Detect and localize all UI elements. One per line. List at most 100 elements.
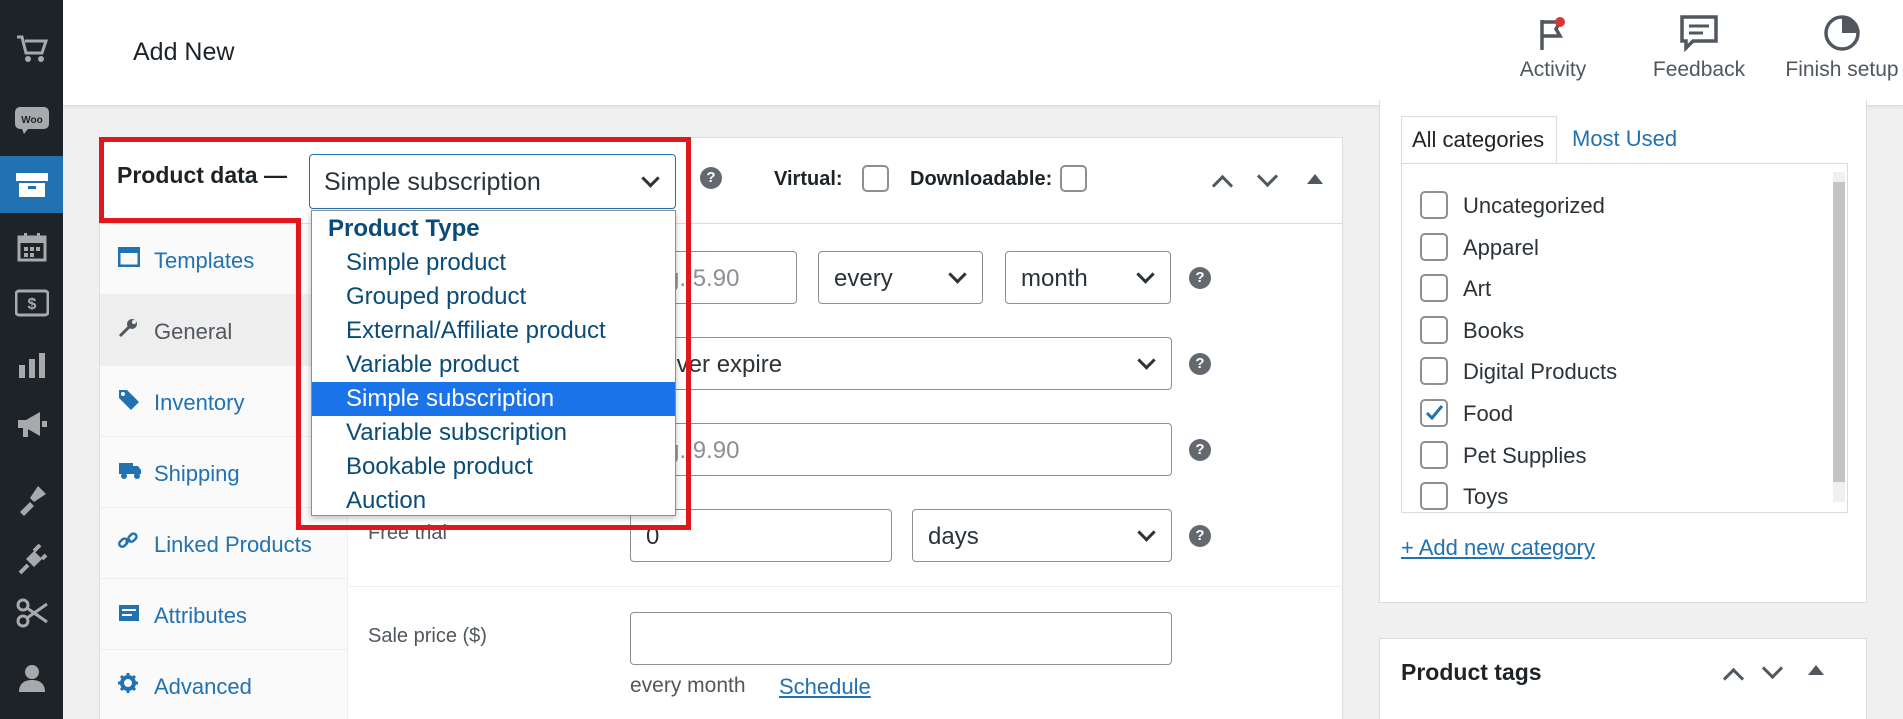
analytics-icon[interactable]	[0, 336, 63, 393]
finish-setup-label: Finish setup	[1785, 58, 1899, 81]
move-up-icon[interactable]	[1722, 667, 1745, 690]
highlight-box-ledge	[99, 218, 301, 223]
tab-templates-label: Templates	[154, 248, 255, 273]
virtual-checkbox[interactable]	[862, 165, 889, 192]
highlight-box-bottom	[296, 218, 691, 530]
sale-price-label: Sale price ($)	[368, 625, 487, 647]
tab-general-label: General	[154, 319, 233, 344]
finish-setup-button[interactable]: Finish setup	[1757, 14, 1903, 82]
category-checkbox[interactable]	[1420, 441, 1448, 469]
virtual-label: Virtual:	[774, 168, 843, 190]
free-trial-unit-value: days	[928, 523, 979, 550]
collapse-toggle-icon[interactable]	[1307, 174, 1323, 184]
feedback-icon	[1680, 15, 1718, 52]
tab-advanced-label: Advanced	[154, 674, 252, 699]
category-label: Pet Supplies	[1463, 443, 1587, 468]
category-scrollbar[interactable]	[1833, 172, 1845, 502]
category-checkbox[interactable]	[1420, 357, 1448, 385]
schedule-link[interactable]: Schedule	[779, 674, 871, 700]
move-up-icon[interactable]	[1211, 174, 1234, 197]
category-checkbox[interactable]	[1420, 233, 1448, 261]
billing-interval-value: every	[834, 265, 893, 292]
move-down-icon[interactable]	[1761, 657, 1784, 680]
help-icon[interactable]: ?	[1189, 353, 1211, 375]
billing-period-value: month	[1021, 265, 1088, 292]
page-header: Add New Activity Feedback Finish setup	[63, 0, 1903, 106]
attributes-icon	[118, 602, 142, 626]
downloadable-checkbox[interactable]	[1060, 165, 1087, 192]
product-tags-panel: Product tags	[1379, 638, 1867, 719]
category-checkbox[interactable]	[1420, 482, 1448, 510]
category-label: Food	[1463, 401, 1514, 426]
tab-all-categories[interactable]: All categories	[1401, 116, 1557, 164]
category-label: Books	[1463, 318, 1525, 343]
woo-icon[interactable]: Woo	[0, 91, 63, 148]
help-icon[interactable]: ?	[1189, 267, 1211, 289]
chevron-down-icon	[1136, 265, 1155, 284]
chevron-down-icon	[1137, 523, 1156, 542]
feedback-label: Feedback	[1652, 58, 1746, 81]
product-categories-panel: All categories Most Used Uncategorized A…	[1379, 100, 1867, 603]
scrollbar-thumb[interactable]	[1833, 182, 1845, 482]
templates-icon	[117, 246, 142, 271]
page-title: Add New	[133, 38, 235, 66]
plugins-icon[interactable]	[0, 530, 63, 587]
product-data-panel: Product data — Simple subscription ? Vir…	[99, 137, 1343, 719]
inventory-tag-icon	[118, 389, 142, 413]
category-label: Digital Products	[1463, 359, 1618, 384]
tab-inventory-label: Inventory	[154, 390, 245, 415]
add-new-category-link[interactable]: + Add new category	[1401, 535, 1595, 561]
feedback-button[interactable]: Feedback	[1624, 14, 1774, 82]
signup-fee-input[interactable]: e.g. 9.90	[630, 423, 1172, 476]
sale-price-description: every month	[630, 674, 746, 697]
payments-icon[interactable]: $	[0, 274, 63, 331]
free-trial-unit-select[interactable]: days	[912, 509, 1172, 562]
help-icon[interactable]: ?	[1189, 525, 1211, 547]
tab-shipping-label: Shipping	[154, 461, 240, 486]
products-icon[interactable]	[0, 156, 63, 213]
bookings-icon[interactable]	[0, 218, 63, 275]
category-checkbox[interactable]	[1420, 191, 1448, 219]
cart-icon[interactable]	[0, 20, 63, 77]
tools-icon[interactable]	[0, 584, 63, 641]
finish-setup-icon	[1824, 15, 1860, 51]
category-label: Art	[1463, 276, 1492, 301]
wrench-icon	[118, 318, 142, 342]
tab-linked-products-label: Linked Products	[154, 532, 312, 557]
move-down-icon[interactable]	[1256, 165, 1279, 188]
chevron-down-icon	[948, 265, 967, 284]
collapse-toggle-icon[interactable]	[1808, 665, 1824, 675]
chevron-down-icon	[1137, 351, 1156, 370]
product-tags-title: Product tags	[1401, 659, 1542, 685]
tab-attributes-label: Attributes	[154, 603, 247, 628]
tab-advanced[interactable]: Advanced	[100, 650, 348, 719]
category-label: Toys	[1463, 484, 1509, 509]
category-label: Uncategorized	[1463, 193, 1605, 218]
truck-icon	[118, 460, 142, 484]
sale-price-input[interactable]	[630, 612, 1172, 665]
svg-text:$: $	[27, 296, 36, 313]
activity-button[interactable]: Activity	[1493, 14, 1613, 82]
activity-label: Activity	[1519, 58, 1587, 81]
tab-attributes[interactable]: Attributes	[100, 579, 348, 650]
tab-most-used[interactable]: Most Used	[1562, 116, 1692, 164]
svg-text:Woo: Woo	[21, 115, 42, 126]
appearance-icon[interactable]	[0, 471, 63, 528]
category-checkbox-checked[interactable]	[1420, 399, 1448, 427]
downloadable-label: Downloadable:	[910, 168, 1053, 190]
users-icon[interactable]	[0, 649, 63, 706]
highlight-box-top	[99, 137, 691, 223]
billing-interval-select[interactable]: every	[818, 251, 983, 304]
expire-after-select[interactable]: Never expire	[630, 337, 1172, 390]
link-icon	[118, 531, 142, 555]
divider	[349, 586, 1343, 587]
category-checkbox[interactable]	[1420, 274, 1448, 302]
admin-sidebar: Woo $	[0, 0, 63, 719]
help-icon[interactable]: ?	[700, 167, 722, 189]
help-icon[interactable]: ?	[1189, 439, 1211, 461]
category-checkbox[interactable]	[1420, 316, 1448, 344]
marketing-icon[interactable]	[0, 395, 63, 452]
category-label: Apparel	[1463, 235, 1539, 260]
billing-period-select[interactable]: month	[1005, 251, 1171, 304]
activity-flag-icon	[1540, 17, 1565, 50]
